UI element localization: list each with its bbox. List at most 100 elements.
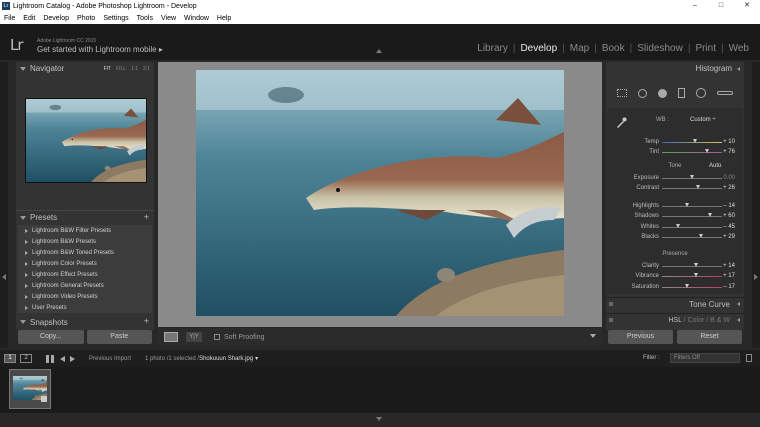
hsl-header[interactable]: HSL / Color / B & W (606, 313, 744, 326)
zoom-fill[interactable]: FILL (116, 66, 126, 72)
collapse-top-panel-icon[interactable] (376, 49, 382, 53)
wb-select[interactable]: Custom ÷ (690, 117, 716, 123)
tint-value[interactable]: + 76 (723, 149, 735, 155)
menu-settings[interactable]: Settings (99, 15, 132, 22)
whites-value[interactable]: – 45 (723, 224, 735, 230)
right-panel-edge[interactable] (752, 62, 760, 348)
saturation-slider[interactable]: Saturation – 17 (607, 282, 743, 292)
radial-filter-icon[interactable] (695, 88, 706, 98)
expand-triangle-icon[interactable] (20, 66, 26, 71)
menu-tools[interactable]: Tools (133, 15, 157, 22)
previous-button[interactable]: Previous (608, 330, 673, 344)
preset-folder[interactable]: Lightroom B&W Filter Presets (18, 225, 152, 236)
main-photo[interactable] (196, 70, 564, 316)
filename-menu-icon[interactable]: ▾ (255, 355, 258, 362)
graduated-filter-icon[interactable] (677, 88, 685, 98)
add-preset-icon[interactable]: + (144, 212, 149, 222)
preset-folder[interactable]: Lightroom General Presets (18, 280, 152, 291)
expand-triangle-icon[interactable] (20, 320, 26, 324)
grid-view-icon[interactable] (46, 354, 54, 363)
loupe-view-icon[interactable] (164, 332, 178, 342)
toolbar-menu-icon[interactable] (590, 334, 596, 338)
preset-folder[interactable]: Lightroom B&W Toned Presets (18, 247, 152, 258)
whites-slider[interactable]: Whites – 45 (607, 222, 743, 232)
module-slideshow[interactable]: Slideshow (634, 43, 686, 54)
reset-button[interactable]: Reset (677, 330, 742, 344)
maximize-icon[interactable]: □ (708, 0, 734, 12)
crop-icon[interactable] (617, 89, 628, 97)
preset-folder[interactable]: Lightroom Effect Presets (18, 269, 152, 280)
paste-settings-button[interactable]: Paste (86, 330, 152, 344)
filter-lock-icon[interactable] (746, 354, 752, 362)
module-web[interactable]: Web (726, 43, 752, 54)
exposure-knob[interactable] (689, 175, 694, 179)
secondary-window-button[interactable]: 2 (20, 354, 32, 363)
contrast-value[interactable]: + 26 (723, 185, 735, 191)
exposure-slider[interactable]: Exposure 0.00 (607, 173, 743, 183)
clarity-value[interactable]: + 14 (723, 263, 735, 269)
collapse-left-panel-icon[interactable] (2, 274, 6, 280)
whites-knob[interactable] (675, 224, 680, 228)
zoom-1-1[interactable]: 1:1 (131, 66, 138, 72)
saturation-knob[interactable] (684, 284, 689, 288)
selected-filename[interactable]: Shokuuun Shark.jpg (199, 356, 253, 362)
tint-knob[interactable] (705, 149, 710, 153)
adjustment-brush-icon[interactable] (716, 91, 733, 95)
forward-arrow-icon[interactable] (70, 355, 75, 362)
mobile-promo-link[interactable]: Get started with Lightroom mobile ▸ (37, 45, 163, 54)
before-after-button[interactable]: Y|Y (186, 332, 202, 342)
expand-triangle-icon[interactable] (20, 215, 26, 220)
zoom-3-1[interactable]: 3:1 (143, 66, 150, 72)
vibrance-value[interactable]: + 17 (723, 273, 735, 279)
histogram-header[interactable]: Histogram (606, 62, 744, 76)
collapse-right-panel-icon[interactable] (754, 274, 758, 280)
navigator-preview[interactable] (25, 98, 147, 183)
menu-help[interactable]: Help (213, 15, 235, 22)
shadows-knob[interactable] (707, 213, 712, 217)
menu-view[interactable]: View (157, 15, 180, 22)
highlights-knob[interactable] (685, 203, 690, 207)
add-snapshot-icon[interactable]: + (144, 316, 149, 326)
exposure-value[interactable]: 0.00 (723, 175, 735, 181)
module-map[interactable]: Map (567, 43, 592, 54)
saturation-value[interactable]: – 17 (723, 284, 735, 290)
bw-tab[interactable]: B & W (710, 317, 730, 324)
red-eye-icon[interactable] (658, 88, 668, 98)
blacks-value[interactable]: + 29 (723, 234, 735, 240)
blacks-slider[interactable]: Blacks + 29 (607, 232, 743, 242)
tint-slider[interactable]: Tint + 76 (607, 147, 743, 157)
main-window-button[interactable]: 1 (4, 354, 16, 363)
menu-edit[interactable]: Edit (19, 15, 39, 22)
module-print[interactable]: Print (692, 43, 719, 54)
preset-folder[interactable]: User Presets (18, 302, 152, 313)
back-arrow-icon[interactable] (60, 355, 65, 362)
menu-file[interactable]: File (0, 15, 19, 22)
vibrance-slider[interactable]: Vibrance + 17 (607, 271, 743, 281)
shadows-value[interactable]: + 60 (723, 213, 735, 219)
auto-tone-button[interactable]: Auto (709, 163, 721, 169)
shadows-slider[interactable]: Shadows + 60 (607, 211, 743, 221)
temp-value[interactable]: + 10 (723, 139, 735, 145)
module-book[interactable]: Book (599, 43, 628, 54)
temp-slider[interactable]: Temp + 10 (607, 137, 743, 147)
highlights-value[interactable]: – 14 (723, 203, 735, 209)
filter-select[interactable]: Filters Off (670, 353, 740, 363)
vibrance-knob[interactable] (694, 273, 699, 277)
preset-folder[interactable]: Lightroom Color Presets (18, 258, 152, 269)
left-panel-edge[interactable] (0, 62, 8, 348)
preset-folder[interactable]: Lightroom B&W Presets (18, 236, 152, 247)
blacks-knob[interactable] (698, 234, 703, 238)
clarity-knob[interactable] (693, 263, 698, 267)
tone-curve-header[interactable]: Tone Curve (606, 297, 744, 310)
clarity-slider[interactable]: Clarity + 14 (607, 261, 743, 271)
bottom-panel-edge[interactable] (0, 413, 760, 427)
navigator-header[interactable]: Navigator FIT FILL 1:1 3:1 (16, 62, 154, 75)
menu-photo[interactable]: Photo (73, 15, 99, 22)
module-library[interactable]: Library (474, 43, 511, 54)
hsl-tab[interactable]: HSL (668, 317, 681, 324)
module-develop[interactable]: Develop (517, 43, 560, 54)
highlights-slider[interactable]: Highlights – 14 (607, 201, 743, 211)
close-icon[interactable]: ✕ (734, 0, 760, 12)
copy-settings-button[interactable]: Copy... (18, 330, 84, 344)
soft-proofing-checkbox[interactable] (214, 334, 220, 340)
